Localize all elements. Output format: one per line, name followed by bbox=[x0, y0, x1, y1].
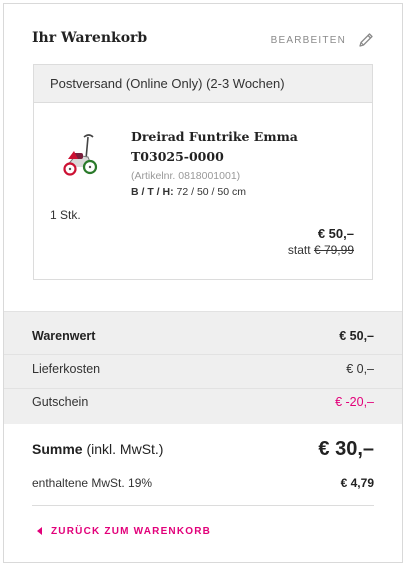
old-price-value: € 79,99 bbox=[313, 243, 354, 257]
edit-cart-link[interactable]: BEARBEITEN bbox=[271, 31, 374, 49]
voucher-label: Gutschein bbox=[32, 395, 89, 409]
vat-row: enthaltene MwSt. 19% € 4,79 bbox=[32, 474, 374, 492]
caret-left-icon[interactable] bbox=[37, 527, 43, 535]
total-label-group: Summe (inkl. MwSt.) bbox=[32, 441, 163, 457]
delivery-cost-row: Lieferkosten € 0,– bbox=[32, 359, 374, 379]
divider bbox=[4, 354, 402, 355]
voucher-value: € -20,– bbox=[335, 395, 374, 409]
old-price: statt € 79,99 bbox=[288, 243, 354, 257]
product-name[interactable]: Dreirad Funtrike Emma T03025-0000 bbox=[131, 127, 351, 167]
total-row: Summe (inkl. MwSt.) € 30,– bbox=[32, 435, 374, 463]
delivery-cost-value: € 0,– bbox=[346, 362, 374, 376]
total-label: Summe bbox=[32, 441, 83, 457]
edit-label[interactable]: BEARBEITEN bbox=[271, 35, 346, 46]
divider bbox=[4, 388, 402, 389]
cart-title: Ihr Warenkorb bbox=[32, 30, 148, 46]
voucher-row: Gutschein € -20,– bbox=[32, 392, 374, 412]
dimensions-value: 72 / 50 / 50 cm bbox=[176, 186, 246, 198]
back-to-cart-label[interactable]: ZURÜCK ZUM WARENKORB bbox=[51, 526, 211, 537]
old-price-prefix: statt bbox=[287, 243, 311, 257]
shipping-group: Postversand (Online Only) (2-3 Wochen) D… bbox=[33, 64, 373, 280]
dimensions-label: B / T / H: bbox=[131, 186, 174, 198]
subtotal-label: Warenwert bbox=[32, 329, 96, 343]
total-value: € 30,– bbox=[318, 437, 374, 460]
totals-panel: Warenwert € 50,– Lieferkosten € 0,– Guts… bbox=[4, 311, 402, 424]
shipping-method-label: Postversand (Online Only) (2-3 Wochen) bbox=[34, 65, 372, 103]
vat-label: enthaltene MwSt. 19% bbox=[32, 476, 153, 490]
pencil-icon[interactable] bbox=[358, 32, 374, 48]
vat-value: € 4,79 bbox=[340, 476, 374, 490]
article-number: (Artikelnr. 0818001001) bbox=[131, 170, 241, 182]
cart-header: Ihr Warenkorb BEARBEITEN bbox=[4, 4, 402, 64]
subtotal-value: € 50,– bbox=[339, 329, 374, 343]
total-note: (inkl. MwSt.) bbox=[86, 441, 164, 457]
delivery-cost-label: Lieferkosten bbox=[32, 362, 101, 376]
divider bbox=[32, 505, 374, 506]
product-image[interactable] bbox=[62, 133, 102, 181]
subtotal-row: Warenwert € 50,– bbox=[32, 326, 374, 346]
item-quantity: 1 Stk. bbox=[50, 208, 81, 222]
cart-summary-panel: Ihr Warenkorb BEARBEITEN Postversand (On… bbox=[3, 3, 403, 563]
item-price: € 50,– bbox=[317, 226, 354, 241]
back-to-cart-link[interactable]: ZURÜCK ZUM WARENKORB bbox=[37, 524, 211, 538]
product-dimensions: B / T / H: 72 / 50 / 50 cm bbox=[131, 186, 246, 198]
